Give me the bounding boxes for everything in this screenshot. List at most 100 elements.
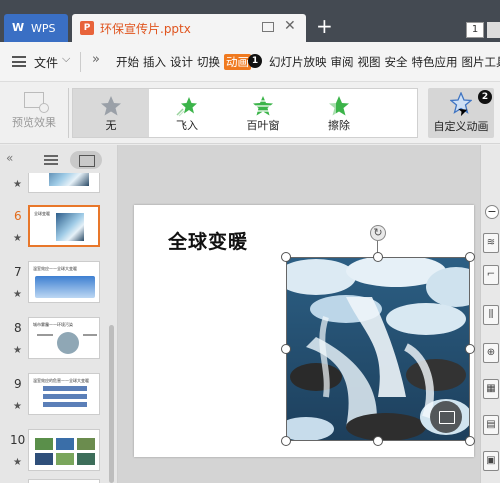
- slide-9-text-block: [43, 386, 87, 391]
- animation-none-label: 无: [105, 119, 117, 132]
- ribbon-tabs: 开始 插入 设计 切换 动画 幻灯片放映 审阅 视图 安全 特色应用 图片工具: [116, 54, 500, 70]
- wps-home-tab[interactable]: W WPS: [4, 14, 68, 42]
- resize-handle-top-right[interactable]: [465, 252, 475, 262]
- resize-handle-bottom-left[interactable]: [281, 436, 291, 446]
- slide-thumbnail-5[interactable]: ★: [0, 173, 104, 193]
- slides-view-icon[interactable]: [70, 151, 102, 169]
- monitor-icon[interactable]: [262, 22, 274, 32]
- animation-blinds[interactable]: 百叶窗: [225, 89, 301, 137]
- animation-none[interactable]: 无: [73, 89, 149, 137]
- ribbon-divider: [68, 88, 69, 138]
- tab-view[interactable]: 视图: [358, 54, 381, 70]
- close-tab-icon[interactable]: ✕: [284, 18, 296, 34]
- new-tab-button[interactable]: +: [316, 16, 333, 36]
- tab-insert[interactable]: 插入: [143, 54, 166, 70]
- rotate-handle[interactable]: ↻: [370, 225, 386, 241]
- zoom-in-icon[interactable]: ⊕: [483, 343, 499, 363]
- chevron-down-icon[interactable]: ⌵: [62, 52, 70, 66]
- resize-handle-top[interactable]: [373, 252, 383, 262]
- resize-handle-bottom[interactable]: [373, 436, 383, 446]
- animation-star-icon: ★: [13, 179, 22, 190]
- slide-10-image-5: [56, 453, 74, 465]
- file-menu[interactable]: 文件: [34, 54, 58, 71]
- slide-number: 8: [14, 321, 22, 335]
- slide-10-image-2: [56, 438, 74, 450]
- preview-effect-button[interactable]: 预览效果: [6, 88, 62, 138]
- tab-home[interactable]: 开始: [116, 54, 139, 70]
- collapse-panel-icon[interactable]: «: [6, 151, 13, 165]
- slide-number: 6: [14, 209, 22, 223]
- slide-thumbnail-10[interactable]: 10 ★: [0, 429, 104, 477]
- slide-8-title: 城市雾霾——环境污染: [33, 322, 73, 327]
- blinds-star-icon: [253, 96, 273, 116]
- slide-number: 10: [10, 433, 26, 447]
- preview-effect-label: 预览效果: [12, 116, 56, 129]
- animation-star-icon: ★: [13, 345, 22, 356]
- zoom-out-icon[interactable]: −: [485, 205, 499, 219]
- slide-5-preview: [28, 173, 100, 193]
- tab-features[interactable]: 特色应用: [412, 54, 458, 70]
- slide-10-image-1: [35, 438, 53, 450]
- slide-9-title: 温室效应的危害——全球大变暖: [33, 378, 89, 383]
- slide-8-preview: 城市雾霾——环境污染: [28, 317, 100, 359]
- resize-handle-left[interactable]: [281, 344, 291, 354]
- animation-wipe[interactable]: 擦除: [301, 89, 377, 137]
- tab-transitions[interactable]: 切换: [197, 54, 220, 70]
- current-slide[interactable]: 全球变暖 ↻: [134, 205, 475, 457]
- double-chevron-right-icon[interactable]: »: [92, 52, 100, 67]
- slides-panel-header: «: [0, 145, 118, 173]
- slide-8-text-line: [83, 334, 97, 336]
- resize-handle-bottom-right[interactable]: [465, 436, 475, 446]
- window-count-badge[interactable]: 1: [466, 22, 484, 38]
- slide-5-image: [49, 173, 89, 186]
- animation-wipe-label: 擦除: [328, 119, 350, 132]
- slides-panel-scrollbar[interactable]: [106, 175, 116, 483]
- slide-6-image: [56, 213, 84, 241]
- hamburger-menu-icon[interactable]: [12, 56, 26, 67]
- tab-slideshow[interactable]: 幻灯片放映: [269, 54, 327, 70]
- slide-title[interactable]: 全球变暖: [168, 227, 248, 254]
- resize-handle-right[interactable]: [465, 344, 475, 354]
- tab-picture-tools[interactable]: 图片工具: [462, 54, 500, 70]
- animation-ribbon: 预览效果 无 飞入 百叶窗 擦除 自定义动画: [0, 82, 500, 144]
- comment-icon[interactable]: ▤: [483, 415, 499, 435]
- slide-6-title: 全球变暖: [34, 211, 50, 216]
- right-tool-strip: − ≋ ⌐ ⫼ ⊕ ▦ ▤ ▣: [480, 145, 500, 483]
- tab-security[interactable]: 安全: [385, 54, 408, 70]
- align-icon[interactable]: ⫼: [483, 305, 499, 325]
- window-control-strip[interactable]: [487, 22, 500, 38]
- animation-blinds-label: 百叶窗: [246, 119, 280, 132]
- layers-icon[interactable]: ≋: [483, 233, 499, 253]
- custom-animation-label: 自定义动画: [433, 120, 489, 133]
- slide-thumbnail-11[interactable]: [0, 479, 104, 483]
- animation-star-icon: ★: [13, 233, 22, 244]
- document-tab[interactable]: P 环保宣传片.pptx ✕: [72, 14, 306, 42]
- tab-design[interactable]: 设计: [170, 54, 193, 70]
- animation-gallery: 无 飞入 百叶窗 擦除 ▲▼▾: [72, 88, 489, 138]
- slide-thumbnail-8[interactable]: 8 ★ 城市雾霾——环境污染: [0, 317, 104, 365]
- menu-divider: [80, 52, 81, 72]
- crop-icon[interactable]: ⌐: [483, 265, 499, 285]
- slide-10-image-4: [35, 453, 53, 465]
- slide-thumbnail-6[interactable]: 6 ★ 全球变暖: [0, 205, 104, 253]
- picture-icon[interactable]: ▣: [483, 451, 499, 471]
- scrollbar-thumb[interactable]: [109, 325, 114, 483]
- slide-thumbnail-7[interactable]: 7 ★ 温室效应——全球大变暖: [0, 261, 104, 309]
- preview-icon: [24, 92, 49, 113]
- animation-fly-in[interactable]: 飞入: [149, 89, 225, 137]
- chart-icon[interactable]: ▦: [483, 379, 499, 399]
- slide-11-preview: [28, 479, 100, 483]
- resize-handle-top-left[interactable]: [281, 252, 291, 262]
- document-tab-label: 环保宣传片.pptx: [100, 21, 191, 36]
- animation-star-icon: ★: [13, 401, 22, 412]
- fly-in-star-icon: [176, 97, 197, 117]
- tab-review[interactable]: 审阅: [331, 54, 354, 70]
- tab-animation[interactable]: 动画: [224, 54, 251, 70]
- slide-10-preview: [28, 429, 100, 471]
- outline-view-icon[interactable]: [44, 155, 58, 165]
- slide-thumbnail-9[interactable]: 9 ★ 温室效应的危害——全球大变暖: [0, 373, 104, 421]
- selection-frame: [286, 257, 470, 441]
- menu-bar: 文件 ⌵ » 开始 插入 设计 切换 动画 幻灯片放映 审阅 视图 安全 特色应…: [0, 42, 500, 82]
- slide-6-preview: 全球变暖: [28, 205, 100, 247]
- slide-9-preview: 温室效应的危害——全球大变暖: [28, 373, 100, 415]
